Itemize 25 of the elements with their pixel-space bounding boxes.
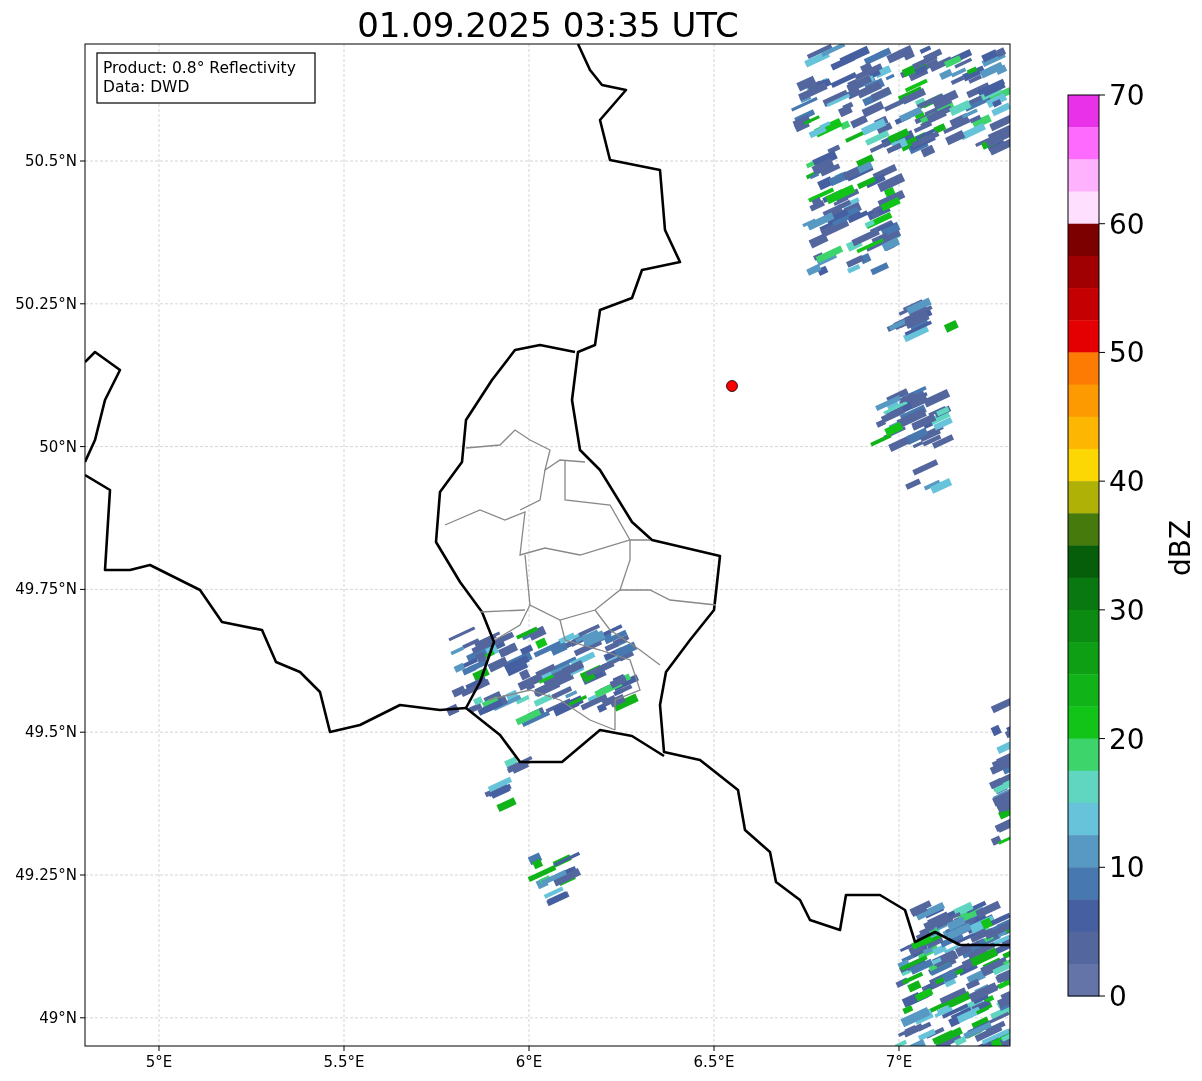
info-text: Product: 0.8° Reflectivity — [103, 59, 296, 77]
longitude-tick-label: 6°E — [515, 1053, 543, 1071]
colorbar-tick-label: 70 — [1109, 79, 1145, 112]
colorbar-tick-label: 40 — [1109, 465, 1145, 499]
colorbar-label: dBZ — [1164, 519, 1197, 577]
latitude-tick-label: 50.5°N — [24, 152, 77, 170]
colorbar-tick-label: 10 — [1109, 851, 1145, 885]
colorbar-tick-label: 30 — [1109, 593, 1145, 627]
longitude-tick-label: 7°E — [885, 1053, 913, 1071]
latitude-tick-label: 49.25°N — [15, 866, 77, 884]
chart-title: 01.09.2025 03:35 UTC — [357, 5, 739, 45]
latitude-tick-label: 50.25°N — [15, 294, 77, 313]
colorbar-tick-label: 50 — [1109, 336, 1145, 370]
colorbar-tick-label: 60 — [1109, 207, 1145, 241]
latitude-tick-label: 49°N — [39, 1008, 77, 1027]
longitude-tick-label: 5°E — [145, 1053, 173, 1071]
info-text: Data: DWD — [103, 78, 190, 96]
longitude-tick-label: 5.5°E — [323, 1053, 365, 1071]
latitude-tick-label: 49.5°N — [24, 723, 77, 742]
colorbar-tick-label: 0 — [1109, 980, 1127, 1013]
radar-site-marker — [726, 380, 738, 392]
colorbar-tick-label: 20 — [1109, 722, 1145, 756]
longitude-tick-label: 6.5°E — [693, 1053, 735, 1071]
latitude-tick-label: 49.75°N — [15, 580, 77, 599]
latitude-tick-label: 50°N — [39, 437, 77, 456]
